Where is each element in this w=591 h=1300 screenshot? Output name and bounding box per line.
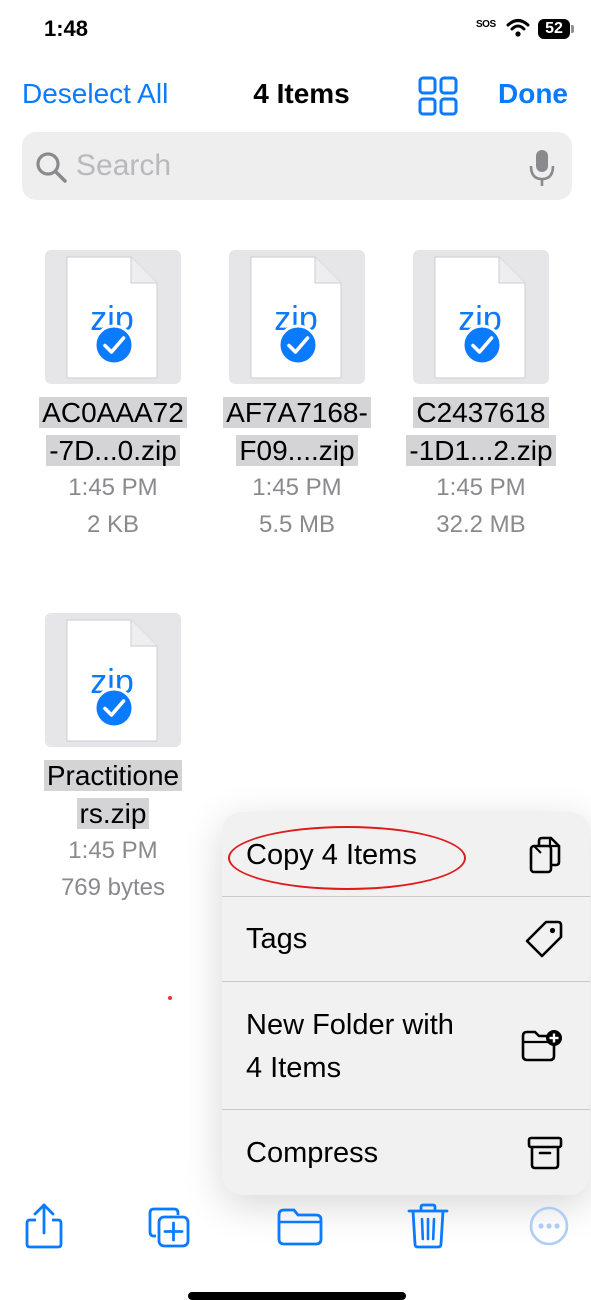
file-size: 32.2 MB	[436, 511, 526, 538]
file-name-line2: -1D1...2.zip	[406, 435, 556, 466]
file-time: 1:45 PM	[252, 474, 342, 501]
file-name-line1: Practitione	[43, 760, 183, 791]
battery-icon: 52	[538, 18, 576, 40]
zip-document-icon: zip	[250, 256, 342, 379]
page-title-text: 4 Items	[253, 78, 350, 109]
file-time: 1:45 PM	[68, 837, 158, 864]
file-size: 769 bytes	[60, 874, 166, 901]
zip-document-icon: zip	[66, 256, 158, 379]
selected-checkmark-icon	[461, 324, 503, 366]
battery-level: 52	[545, 20, 563, 37]
file-name: AF7A7168- F09....zip	[206, 394, 388, 470]
file-name-line2: -7D...0.zip	[46, 435, 180, 466]
archive-icon	[527, 1136, 563, 1170]
search-bar[interactable]	[22, 132, 572, 200]
sos-indicator: SOS	[476, 19, 496, 30]
zip-file-thumbnail[interactable]: zip	[45, 250, 181, 384]
move-folder-icon[interactable]	[277, 1202, 323, 1250]
microphone-icon[interactable]	[528, 148, 556, 188]
menu-item-new-folder-line2: 4 Items	[246, 1052, 342, 1084]
selected-checkmark-icon	[277, 324, 319, 366]
folder-plus-icon	[521, 1030, 562, 1062]
file-name: C2437618 -1D1...2.zip	[390, 394, 572, 470]
file-time: 1:45 PM	[436, 474, 526, 501]
file-name-line1: AF7A7168-	[223, 397, 371, 428]
file-size: 2 KB	[86, 511, 140, 538]
share-icon[interactable]	[22, 1202, 66, 1250]
file-time: 1:45 PM	[68, 474, 158, 501]
grid-view-icon[interactable]	[418, 76, 458, 116]
zip-file-thumbnail[interactable]: zip	[45, 613, 181, 747]
menu-item-tags-label: Tags	[246, 923, 308, 955]
selected-checkmark-icon	[93, 687, 135, 729]
zip-document-icon: zip	[66, 619, 158, 742]
search-icon	[36, 152, 67, 183]
menu-item-tags[interactable]: Tags	[222, 897, 590, 981]
zip-file-thumbnail[interactable]: zip	[413, 250, 549, 384]
file-name-line1: AC0AAA72	[39, 397, 187, 428]
tag-icon	[525, 920, 563, 958]
zip-document-icon: zip	[434, 256, 526, 379]
menu-item-new-folder-line1: New Folder with	[246, 1009, 454, 1041]
trash-icon[interactable]	[406, 1202, 450, 1250]
wifi-icon	[506, 19, 530, 37]
copy-icon	[529, 836, 561, 874]
highlight-annotation	[228, 826, 466, 890]
done-button[interactable]: Done	[498, 78, 568, 110]
duplicate-icon[interactable]	[147, 1202, 191, 1250]
status-time: 1:48	[44, 16, 89, 41]
more-icon[interactable]	[527, 1202, 571, 1250]
selected-checkmark-icon	[93, 324, 135, 366]
deselect-all-button[interactable]: Deselect All	[22, 78, 168, 110]
menu-item-new-folder[interactable]: New Folder with 4 Items	[222, 982, 590, 1109]
menu-item-compress[interactable]: Compress	[222, 1110, 590, 1195]
file-size: 5.5 MB	[258, 511, 336, 538]
search-input[interactable]	[76, 146, 516, 186]
file-name-line2: F09....zip	[236, 435, 358, 466]
red-marker-dot	[168, 996, 172, 1000]
file-name: AC0AAA72 -7D...0.zip	[22, 394, 204, 470]
menu-item-compress-label: Compress	[246, 1137, 379, 1169]
file-name-line1: C2437618	[413, 397, 549, 428]
zip-file-thumbnail[interactable]: zip	[229, 250, 365, 384]
file-name: Practitione rs.zip	[22, 757, 204, 833]
file-name-line2: rs.zip	[76, 798, 150, 829]
